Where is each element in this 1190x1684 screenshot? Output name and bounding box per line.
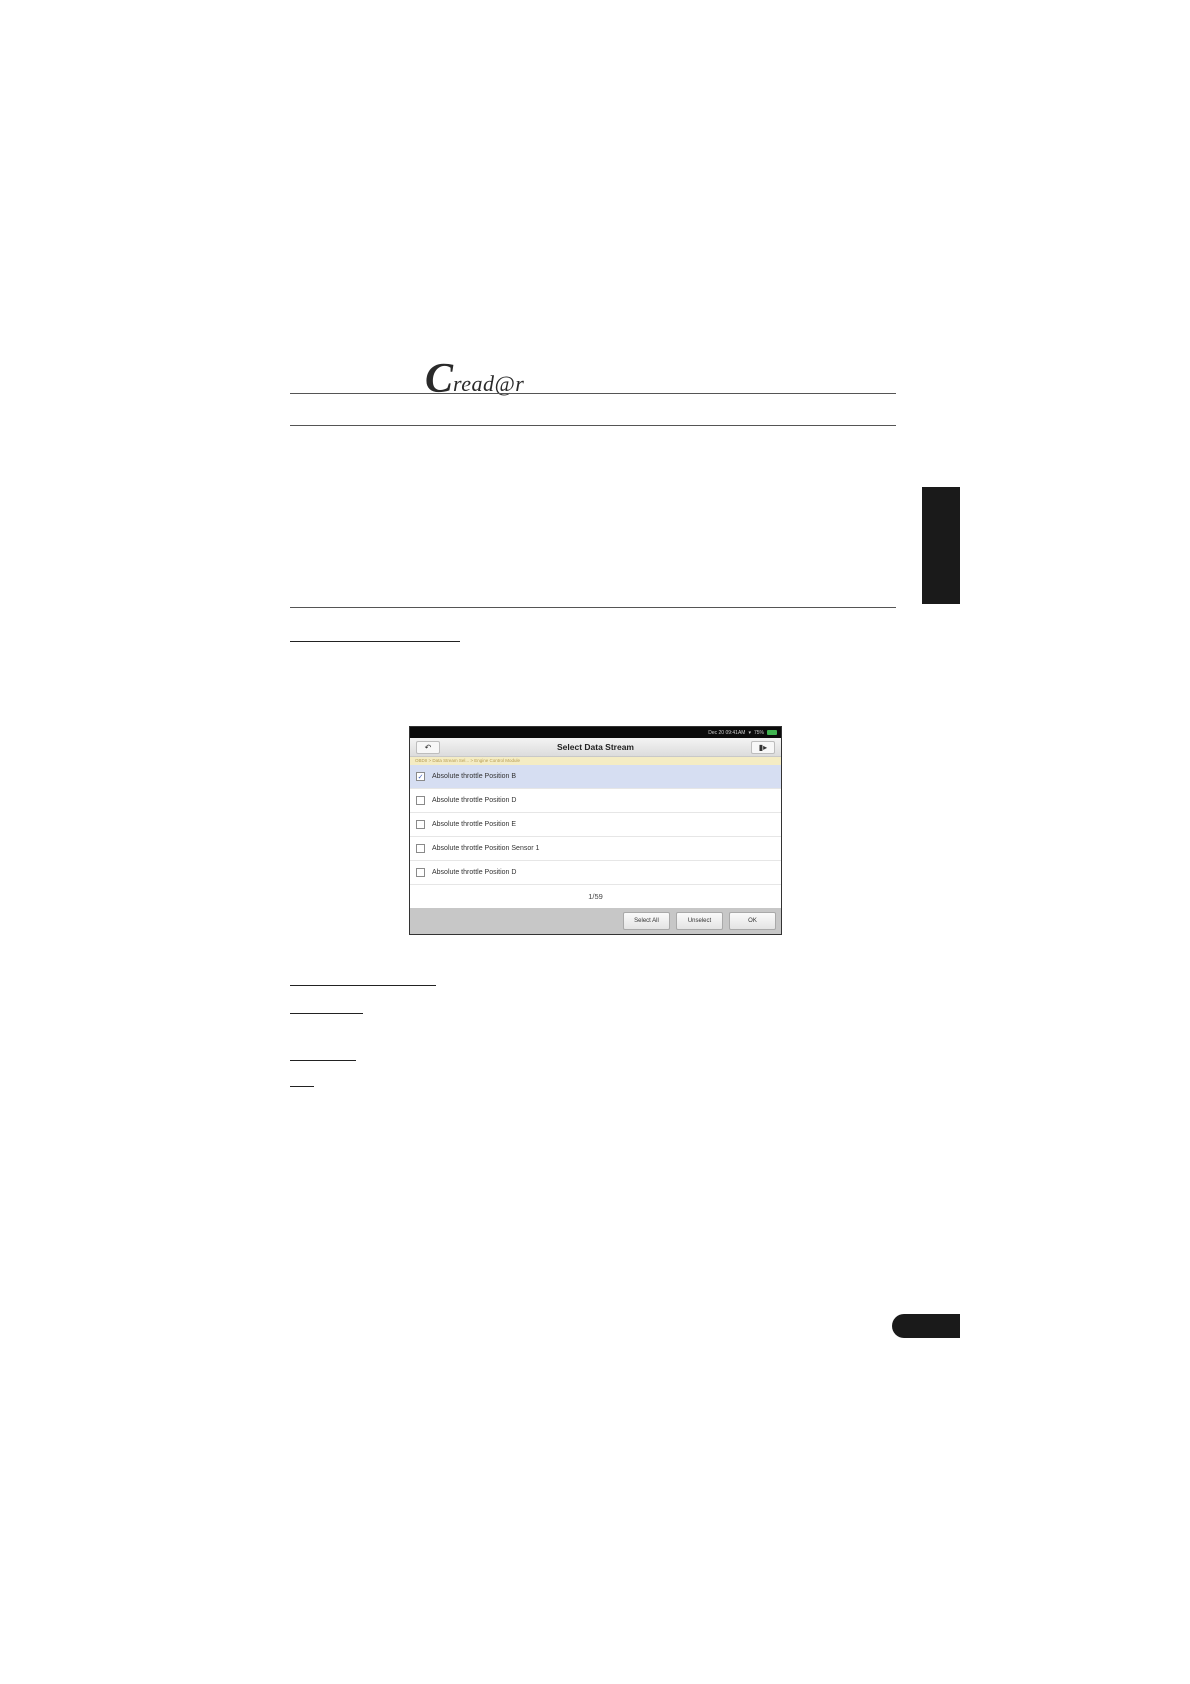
item-label: Absolute throttle Position D: [432, 869, 517, 876]
underline: [290, 1013, 363, 1014]
status-bar: Dec 20 09:41AM ▾ 75%: [410, 727, 781, 738]
underline: [290, 1060, 356, 1061]
item-label: Absolute throttle Position D: [432, 797, 517, 804]
footer-bar: Select All Unselect OK: [410, 908, 781, 934]
exit-icon: ▮▸: [758, 742, 768, 752]
list-item[interactable]: Absolute throttle Position D: [410, 789, 781, 813]
list-item[interactable]: Absolute throttle Position D: [410, 861, 781, 885]
unselect-button[interactable]: Unselect: [676, 912, 723, 930]
checkbox[interactable]: [416, 796, 425, 805]
battery-level: 75%: [753, 729, 764, 736]
screen-title: Select Data Stream: [556, 742, 634, 752]
back-arrow-icon: ↶: [424, 742, 432, 752]
item-label: Absolute throttle Position B: [432, 773, 517, 780]
divider-rule: [290, 425, 896, 426]
underline: [290, 985, 436, 986]
list-item[interactable]: Absolute throttle Position E: [410, 813, 781, 837]
checkbox[interactable]: [416, 844, 425, 853]
back-button[interactable]: ↶: [416, 740, 440, 754]
underline: [290, 641, 460, 642]
list-item[interactable]: Absolute throttle Position Sensor 1: [410, 837, 781, 861]
data-stream-list: ✓ Absolute throttle Position B Absolute …: [410, 765, 781, 885]
status-time: Dec 20 09:41AM: [708, 729, 746, 736]
item-label: Absolute throttle Position E: [432, 821, 517, 828]
title-bar: ↶ Select Data Stream ▮▸: [410, 738, 781, 757]
battery-icon: [767, 730, 777, 735]
page-indicator: 1/59: [588, 891, 603, 901]
checkbox[interactable]: ✓: [416, 772, 425, 781]
device-screenshot: Dec 20 09:41AM ▾ 75% ↶ Select Data Strea…: [409, 726, 782, 935]
header-rule: [290, 393, 896, 394]
section-tab: [922, 487, 960, 604]
divider-rule: [290, 607, 896, 608]
breadcrumb: OBDII > Data Stream Sel... > Engine Cont…: [410, 757, 781, 765]
exit-button[interactable]: ▮▸: [750, 740, 775, 754]
ok-button[interactable]: OK: [729, 912, 776, 930]
check-icon: ✓: [417, 774, 424, 781]
item-label: Absolute throttle Position Sensor 1: [432, 845, 540, 852]
select-all-button[interactable]: Select All: [623, 912, 670, 930]
wifi-icon: ▾: [748, 729, 751, 736]
page-number-tab: [892, 1314, 960, 1338]
checkbox[interactable]: [416, 868, 425, 877]
list-item[interactable]: ✓ Absolute throttle Position B: [410, 765, 781, 789]
underline: [290, 1086, 314, 1087]
checkbox[interactable]: [416, 820, 425, 829]
